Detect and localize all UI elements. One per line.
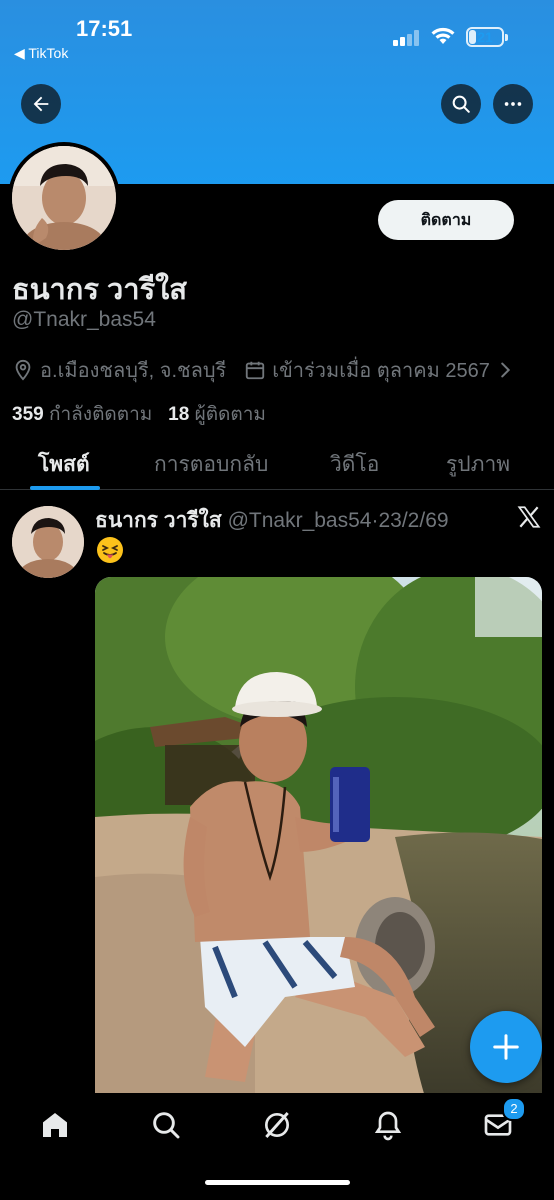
home-indicator [205,1180,350,1185]
post-author-avatar[interactable] [12,506,84,578]
calendar-icon [246,361,265,380]
nav-search[interactable] [150,1109,182,1141]
follow-stats: 359 กำลังติดตาม 18 ผู้ติดตาม [12,399,266,429]
nav-notifications[interactable] [372,1109,404,1141]
tab-photos[interactable]: รูปภาพ [446,448,510,481]
arrow-left-icon [33,96,49,112]
messages-badge: 2 [502,1097,526,1121]
post-photo[interactable] [95,577,542,1097]
x-logo-icon [517,506,541,528]
profile-meta: อ.เมืองชลบุรี, จ.ชลบุรี เข้าร่วมเมื่อ ตุ… [12,354,516,386]
following-count: 359 [12,404,44,425]
wifi-icon [431,27,455,44]
profile-avatar[interactable] [8,142,120,254]
search-button[interactable] [441,84,481,124]
chevron-right-icon[interactable] [494,359,516,381]
follow-button[interactable]: ติดตาม [378,200,514,240]
nav-home[interactable] [39,1109,71,1141]
post-date[interactable]: 23/2/69 [378,509,448,532]
home-icon [43,1113,67,1137]
active-tab-indicator [30,486,100,490]
followers-label: ผู้ติดตาม [194,404,266,425]
status-time: 17:51 [76,16,133,41]
bottom-navigation: 2 [0,1093,554,1200]
following-link[interactable]: 359 กำลังติดตาม [12,404,152,425]
nav-grok[interactable] [261,1109,293,1141]
followers-count: 18 [168,404,190,425]
back-button[interactable] [21,84,61,124]
battery-percent: 21 [477,29,493,45]
post-author-handle[interactable]: @Tnakr_bas54 [228,509,372,532]
nav-messages[interactable]: 2 [482,1097,526,1141]
tab-videos[interactable]: วิดีโอ [330,448,379,481]
profile-handle: @Tnakr_bas54 [12,308,156,331]
post-author-name[interactable]: ธนากร วารีใส [95,509,222,532]
location-pin-icon [15,359,31,381]
cellular-signal-icon [393,30,421,46]
search-icon [153,1112,180,1139]
profile-display-name: ธนากร วารีใส [12,274,188,306]
following-label: กำลังติดตาม [48,404,153,425]
squinting-tongue-emoji-icon [97,537,123,563]
grok-icon [265,1112,289,1138]
compose-post-button[interactable] [470,1011,542,1083]
followers-link[interactable]: 18 ผู้ติดตาม [168,404,266,425]
status-bar: 17:51 ◀ TikTok 21 [0,0,554,70]
search-icon [452,95,470,113]
battery-icon: 21 [466,27,508,47]
profile-tabs: โพสต์ การตอบกลับ วิดีโอ รูปภาพ [0,436,554,490]
tab-replies[interactable]: การตอบกลับ [154,448,268,481]
back-to-app-link[interactable]: ◀ TikTok [14,45,68,62]
more-horizontal-icon [504,102,522,106]
more-options-button[interactable] [493,84,533,124]
profile-location: อ.เมืองชลบุรี, จ.ชลบุรี [40,360,227,382]
notifications-icon [374,1111,402,1141]
post-header: ธนากร วารีใส @Tnakr_bas54·23/2/69 [95,504,449,537]
profile-joined-date: เข้าร่วมเมื่อ ตุลาคม 2567 [272,360,490,382]
plus-icon [493,1034,519,1060]
tab-posts[interactable]: โพสต์ [38,448,90,481]
